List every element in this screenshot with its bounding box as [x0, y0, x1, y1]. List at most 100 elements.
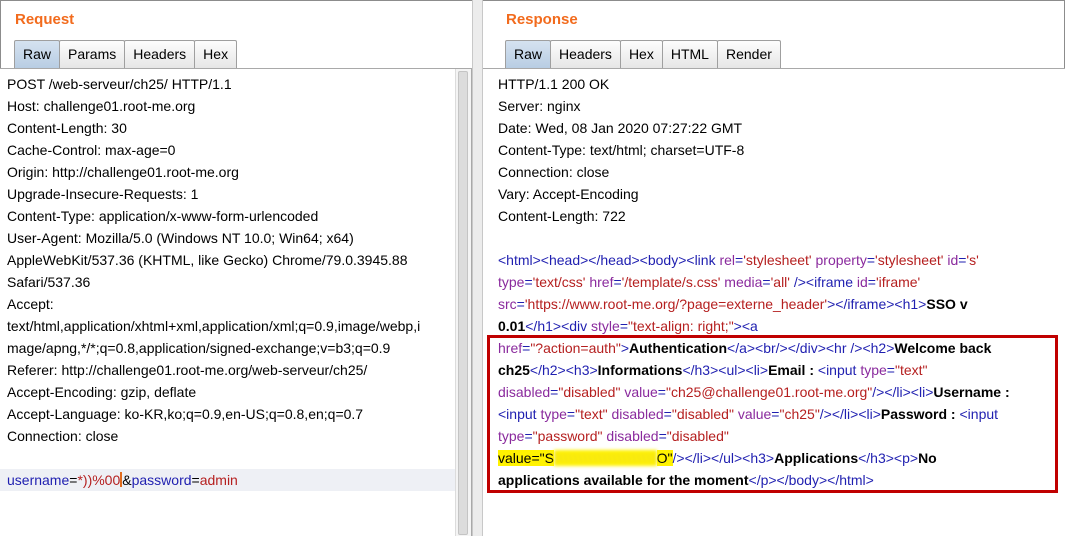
bold-text: Username :: [933, 384, 1010, 400]
highlighted-text: value="S: [498, 450, 554, 466]
response-header-line: Content-Type: text/html; charset=UTF-8: [498, 142, 745, 158]
html-attr-value: "text-align: right;": [628, 318, 734, 334]
response-body-line: ch25</h2><h3>Informations</h3><ul><li>Em…: [498, 359, 1057, 381]
request-tab-hex[interactable]: Hex: [194, 40, 238, 68]
html-tag: =: [524, 274, 533, 290]
html-tag: ><a: [733, 318, 758, 334]
param-equals: =: [191, 472, 200, 488]
response-tab-hex[interactable]: Hex: [619, 40, 663, 68]
request-pane: Request Raw Params Headers Hex POST /web…: [0, 0, 472, 536]
request-tab-params[interactable]: Params: [59, 40, 126, 68]
html-tag: </a><br/></div><hr /><h2>: [727, 340, 895, 356]
html-attribute: media: [724, 274, 763, 290]
html-attr-value: "text": [575, 406, 612, 422]
html-attr-value: "disabled": [666, 428, 729, 444]
response-header-line: Connection: close: [498, 164, 610, 180]
response-title: Response: [506, 11, 578, 28]
response-editor[interactable]: HTTP/1.1 200 OK Server: nginx Date: Wed, 0…: [483, 68, 1065, 536]
response-body-line: href="?action=auth">Authentication</a><b…: [498, 337, 1057, 359]
response-tab-raw[interactable]: Raw: [505, 40, 552, 68]
html-attr-value: "password": [532, 428, 607, 444]
bold-text: applications available for the moment: [498, 472, 749, 488]
html-attribute: disabled: [606, 428, 659, 444]
request-line: text/html,application/xhtml+xml,applicat…: [7, 318, 421, 334]
html-attribute: type: [540, 406, 567, 422]
param-ampersand: &: [122, 472, 132, 488]
html-tag: =: [613, 274, 622, 290]
response-tab-headers[interactable]: Headers: [550, 40, 621, 68]
request-line: Referer: http://challenge01.root-me.org/…: [7, 362, 368, 378]
response-body-line: applications available for the moment</p…: [498, 469, 1057, 491]
request-scroll-thumb[interactable]: [458, 71, 468, 535]
html-attr-value: "disabled": [558, 384, 625, 400]
request-line: Upgrade-Insecure-Requests: 1: [7, 186, 199, 202]
request-tabs: Raw Params Headers Hex: [14, 40, 238, 68]
html-attr-value: 'text/css': [532, 274, 590, 290]
response-header-line: HTTP/1.1 200 OK: [498, 76, 610, 92]
bold-text: Applications: [774, 450, 859, 466]
html-attr-value: 's': [966, 252, 979, 268]
request-line: Connection: close: [7, 428, 119, 444]
request-line: Cache-Control: max-age=0: [7, 142, 176, 158]
response-body-line: type="password" disabled="disabled": [498, 425, 1057, 447]
html-tag: =: [866, 252, 876, 268]
html-tag: /><iframe: [793, 274, 857, 290]
response-body-line: <input type="text" disabled="disabled" v…: [498, 403, 1057, 425]
html-tag: =: [762, 274, 771, 290]
html-tag: =: [867, 274, 876, 290]
split-pane-divider[interactable]: [472, 0, 483, 536]
response-header-line: Server: nginx: [498, 98, 581, 114]
html-tag: =: [886, 362, 895, 378]
html-tag: </h3><ul><li>: [682, 362, 769, 378]
html-attribute: rel: [719, 252, 736, 268]
param-username-value: *))%00: [77, 472, 121, 488]
html-tag: =: [657, 384, 666, 400]
request-tab-raw[interactable]: Raw: [14, 40, 61, 68]
html-attribute: type: [498, 428, 525, 444]
request-line: User-Agent: Mozilla/5.0 (Windows NT 10.0…: [7, 230, 354, 246]
response-tab-render[interactable]: Render: [716, 40, 781, 68]
html-tag: =: [619, 318, 629, 334]
html-tag: </h2><h3>: [529, 362, 598, 378]
response-body-line: <html><head></head><body><link rel='styl…: [498, 249, 1057, 271]
html-tag: =: [566, 406, 576, 422]
bold-text: Informations: [597, 362, 683, 378]
request-line: POST /web-serveur/ch25/ HTTP/1.1: [7, 76, 232, 92]
html-tag: <input: [959, 406, 999, 422]
html-tag: =: [663, 406, 672, 422]
html-attr-value: "ch25@challenge01.root-me.org": [665, 384, 873, 400]
param-password-key: password: [131, 472, 192, 488]
response-body-line: src='https://www.root-me.org/?page=exter…: [498, 293, 1057, 315]
html-tag: =: [658, 428, 667, 444]
request-line: Host: challenge01.root-me.org: [7, 98, 196, 114]
request-line: Accept:: [7, 296, 54, 312]
html-tag: >: [620, 340, 630, 356]
request-line: Content-Type: application/x-www-form-url…: [7, 208, 319, 224]
request-scrollbar[interactable]: [455, 69, 471, 536]
response-lines: HTTP/1.1 200 OK Server: nginx Date: Wed, 0…: [498, 73, 1057, 491]
html-attribute: id: [856, 274, 868, 290]
bold-text: Welcome back: [894, 340, 992, 356]
request-body-line[interactable]: username=*))%00 &password=admin: [0, 469, 455, 491]
html-attribute: value: [737, 406, 772, 422]
html-attr-value: "text": [894, 362, 928, 378]
html-attribute: value: [624, 384, 658, 400]
response-tab-html[interactable]: HTML: [661, 40, 718, 68]
request-line: Safari/537.36: [7, 274, 91, 290]
html-tag: ></iframe><h1>: [827, 296, 927, 312]
param-username-key: username: [7, 472, 70, 488]
bold-text: No: [918, 450, 937, 466]
html-attr-value: 'stylesheet': [875, 252, 948, 268]
request-line: Accept-Encoding: gzip, deflate: [7, 384, 197, 400]
bold-text: Authentication: [629, 340, 728, 356]
html-tag: <input: [817, 362, 861, 378]
request-line: Accept-Language: ko-KR,ko;q=0.9,en-US;q=…: [7, 406, 364, 422]
request-tab-headers[interactable]: Headers: [124, 40, 196, 68]
request-lines: POST /web-serveur/ch25/ HTTP/1.1 Host: ch…: [7, 73, 471, 447]
param-password-value: admin: [199, 472, 238, 488]
html-attribute: type: [860, 362, 887, 378]
html-attr-value: "?action=auth": [530, 340, 621, 356]
html-attr-value: 'https://www.root-me.org/?page=externe_h…: [524, 296, 828, 312]
request-editor[interactable]: POST /web-serveur/ch25/ HTTP/1.1 Host: ch…: [0, 68, 472, 536]
html-attribute: type: [498, 274, 525, 290]
